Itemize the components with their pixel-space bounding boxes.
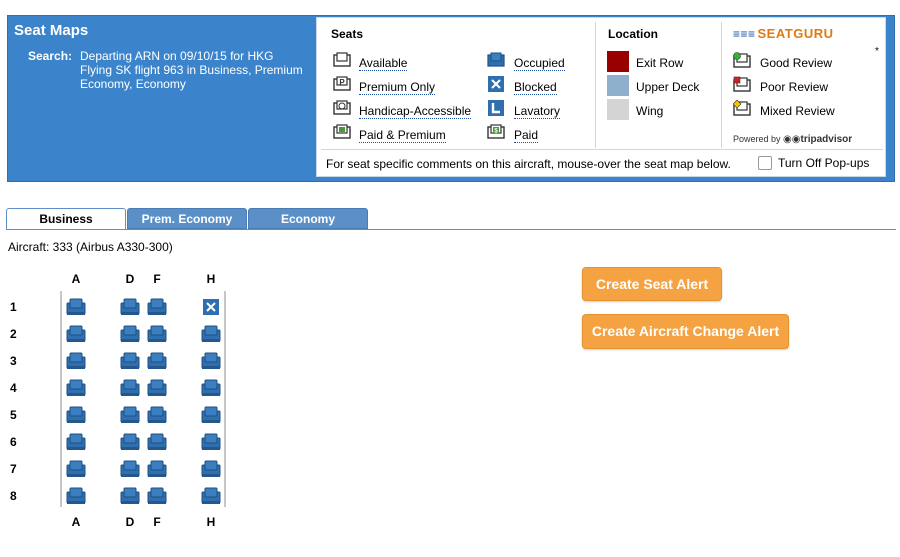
legend-upper-deck: Upper Deck [636, 80, 700, 94]
row-label-2: 2 [10, 327, 17, 341]
row-label-7: 7 [10, 462, 17, 476]
seat-occupied-icon [487, 52, 505, 67]
seat-1F[interactable] [147, 298, 167, 316]
seat-4A[interactable] [66, 379, 86, 397]
mouseover-hint: For seat specific comments on this aircr… [326, 157, 731, 171]
seats-heading: Seats [331, 27, 364, 41]
seat-6A[interactable] [66, 433, 86, 451]
exit-row-swatch [607, 51, 629, 72]
legend-wing: Wing [636, 104, 664, 118]
search-summary: Departing ARN on 09/10/15 for HKG Flying… [80, 49, 303, 91]
seat-3A[interactable] [66, 352, 86, 370]
legend-paid: Paid [514, 128, 539, 143]
seat-8H[interactable] [201, 487, 221, 505]
seat-5F[interactable] [147, 406, 167, 424]
tab-business[interactable]: Business [6, 208, 126, 230]
seat-1A[interactable] [66, 298, 86, 316]
popups-label: Turn Off Pop-ups [778, 156, 870, 170]
location-heading: Location [608, 27, 658, 41]
create-seat-alert-button[interactable]: Create Seat Alert [582, 267, 722, 301]
create-aircraft-change-alert-button[interactable]: Create Aircraft Change Alert [582, 314, 789, 349]
row-label-4: 4 [10, 381, 17, 395]
seat-4F[interactable] [147, 379, 167, 397]
seat-3H[interactable] [201, 352, 221, 370]
seat-5H[interactable] [201, 406, 221, 424]
popups-toggle[interactable]: Turn Off Pop-ups [758, 156, 869, 170]
legend-blocked: Blocked [514, 80, 557, 95]
page-title: Seat Maps [14, 22, 89, 39]
seat-3F[interactable] [147, 352, 167, 370]
seat-8F[interactable] [147, 487, 167, 505]
column-label-bottom-a: A [71, 515, 81, 529]
legend-handicap: Handicap-Accessible [359, 104, 472, 119]
column-label-bottom-d: D [125, 515, 135, 529]
search-label: Search: [28, 49, 73, 63]
row-label-8: 8 [10, 489, 17, 503]
legend-paid-premium: Paid & Premium [359, 128, 446, 143]
column-label-top-h: H [206, 272, 216, 286]
popups-checkbox[interactable] [758, 156, 772, 170]
legend-poor-review: Poor Review [760, 80, 829, 94]
powered-by-tripadvisor[interactable]: Powered by ◉◉tripadvisor [733, 134, 852, 145]
seat-5D[interactable] [120, 406, 140, 424]
legend-mixed-review: Mixed Review [760, 104, 835, 118]
row-label-5: 5 [10, 408, 17, 422]
column-label-bottom-h: H [206, 515, 216, 529]
seat-7D[interactable] [120, 460, 140, 478]
column-label-top-a: A [71, 272, 81, 286]
legend-exit-row: Exit Row [636, 56, 684, 70]
handicap-icon [333, 100, 351, 115]
tab-economy[interactable]: Economy [248, 208, 368, 229]
seat-2D[interactable] [120, 325, 140, 343]
paid-premium-icon [333, 124, 351, 139]
seat-2F[interactable] [147, 325, 167, 343]
legend-occupied: Occupied [514, 56, 565, 71]
premium-only-icon: P [333, 76, 351, 91]
seat-1D[interactable] [120, 298, 140, 316]
seat-4D[interactable] [120, 379, 140, 397]
seat-6H[interactable] [201, 433, 221, 451]
column-label-top-d: D [125, 272, 135, 286]
legend-panel: Seats Location Available P Premium Only … [316, 17, 886, 177]
seat-6D[interactable] [120, 433, 140, 451]
seat-blocked-icon [488, 76, 504, 92]
seat-7H[interactable] [201, 460, 221, 478]
asterisk: * [875, 46, 879, 57]
column-label-top-f: F [153, 272, 161, 286]
seat-4H[interactable] [201, 379, 221, 397]
seatguru-logo[interactable]: ≡≡≡ SEATGURU [733, 26, 834, 41]
upper-deck-swatch [607, 75, 629, 96]
legend-lavatory: Lavatory [514, 104, 561, 119]
lavatory-icon [488, 100, 504, 116]
seat-2A[interactable] [66, 325, 86, 343]
good-review-icon [733, 52, 751, 68]
seat-8D[interactable] [120, 487, 140, 505]
aircraft-info: Aircraft: 333 (Airbus A330-300) [8, 240, 173, 254]
seatguru-logo-icon: ≡≡≡ [733, 27, 756, 41]
seat-7F[interactable] [147, 460, 167, 478]
seat-2H[interactable] [201, 325, 221, 343]
legend-good-review: Good Review [760, 56, 833, 70]
seat-6F[interactable] [147, 433, 167, 451]
mixed-review-icon [733, 100, 751, 116]
seat-blocked-1H[interactable] [201, 298, 221, 316]
seat-7A[interactable] [66, 460, 86, 478]
seat-available-icon [333, 52, 351, 67]
seat-5A[interactable] [66, 406, 86, 424]
seat-3D[interactable] [120, 352, 140, 370]
tab-premium-economy[interactable]: Prem. Economy [127, 208, 247, 229]
svg-text:P: P [339, 78, 345, 87]
legend-premium-only: Premium Only [359, 80, 436, 95]
poor-review-icon [733, 76, 751, 92]
seat-8A[interactable] [66, 487, 86, 505]
row-label-3: 3 [10, 354, 17, 368]
tripadvisor-owl-icon: ◉◉ [783, 134, 801, 145]
row-label-6: 6 [10, 435, 17, 449]
paid-icon: $ [487, 124, 505, 139]
row-label-1: 1 [10, 300, 17, 314]
column-label-bottom-f: F [153, 515, 161, 529]
legend-available: Available [359, 56, 408, 71]
wing-swatch [607, 99, 629, 120]
